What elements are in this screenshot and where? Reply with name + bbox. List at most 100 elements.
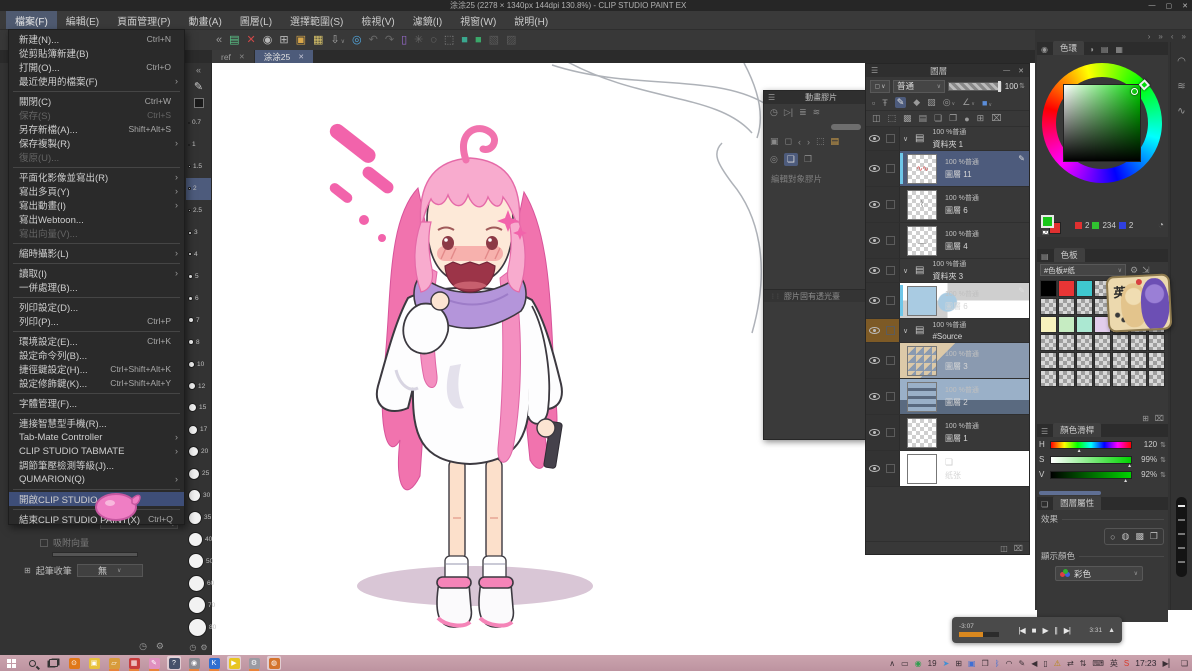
opacity-spinner[interactable]: ⇅ — [1019, 82, 1025, 90]
layer-visibility-toggle[interactable] — [866, 135, 883, 142]
transport-button[interactable]: || — [1055, 626, 1058, 635]
layer-name[interactable]: 圖層 11 — [945, 169, 979, 180]
color-set-tab-icon[interactable]: ▤ — [1039, 252, 1051, 262]
brush-size-item[interactable]: 8 — [186, 331, 211, 353]
cel-toolbar-icon[interactable]: ≋ — [813, 107, 821, 118]
file-menu-item[interactable]: 寫出Webtoon... › — [9, 212, 184, 226]
layer-name[interactable]: 圖層 4 — [945, 241, 979, 252]
tray-icon[interactable]: ✎ — [1019, 659, 1026, 668]
add-swatch-icon[interactable]: ⊞ — [1142, 414, 1149, 423]
file-menu-item[interactable]: 列印設定(D)... › — [9, 300, 184, 314]
layer-checkbox[interactable] — [883, 464, 898, 473]
tab-approx-icon[interactable]: ▤ — [1099, 45, 1111, 55]
color-swatch[interactable] — [1040, 280, 1057, 297]
command-bar-icon[interactable]: ◌ — [430, 34, 437, 46]
transport-button[interactable]: ■ — [1032, 626, 1037, 635]
color-swatch[interactable] — [1058, 352, 1075, 369]
taskbar-app[interactable]: ▦ — [127, 656, 141, 671]
saturation-slider[interactable]: ▲ — [1050, 455, 1133, 469]
dock-control-icon[interactable]: › — [1148, 32, 1151, 41]
color-swatch[interactable] — [1094, 352, 1111, 369]
color-swatch[interactable] — [1040, 352, 1057, 369]
layer-thumbnail[interactable]: ⌇ — [907, 189, 937, 220]
layers-toolbar-icon[interactable]: ⌧ — [991, 113, 1001, 124]
file-menu-item[interactable]: 字體管理(F)... › — [9, 396, 184, 410]
brush-size-item[interactable]: 5 — [186, 265, 211, 287]
layers-toolbar-icon[interactable]: ◆ — [913, 97, 920, 108]
layer-checkbox[interactable] — [883, 164, 898, 173]
cel-toolbar-icon[interactable]: ◎ — [770, 154, 778, 165]
tray-icon[interactable]: ⌨ — [1092, 659, 1104, 668]
snap-vector-checkbox[interactable] — [40, 538, 48, 547]
taskbar-app[interactable]: ◍ — [267, 656, 281, 670]
folder-caret-icon[interactable]: ∨ — [903, 327, 911, 335]
layer-row[interactable]: ∨ ▤ ⌇ 100 %普通 圖層 6 ✎ — [866, 187, 1029, 223]
layer-name[interactable]: 纸张 — [945, 470, 961, 481]
cel-toolbar-icon[interactable]: ▷| — [784, 107, 793, 118]
file-menu-item[interactable]: 關閉(C) Ctrl+W › — [9, 94, 184, 108]
menu-item[interactable]: 編輯(E) — [57, 11, 108, 29]
color-wheel-tab-icon[interactable]: ◉ — [1039, 45, 1050, 55]
brush-size-item[interactable]: 25 — [186, 463, 211, 485]
layer-row[interactable]: ∨ ▤ 100 %普通 圖層 6 ✎ — [866, 283, 1029, 319]
canvas-tab[interactable]: 涂涂25 ✕ — [254, 50, 314, 63]
tray-icon[interactable]: ᛒ — [995, 659, 1000, 668]
cel-toolbar-icon[interactable]: ≣ — [799, 107, 807, 118]
cel-toolbar-icon[interactable]: ⬚ — [816, 136, 825, 147]
layer-template-select[interactable]: ▢ ∨ — [870, 79, 890, 93]
brush-size-item[interactable]: 60 — [186, 572, 214, 594]
menu-item[interactable]: 選擇範圍(S) — [281, 11, 352, 29]
layer-name[interactable]: 圖層 6 — [945, 205, 979, 216]
file-menu-item[interactable]: 一併處理(B)... › — [9, 280, 184, 294]
value-slider[interactable]: ▲ — [1050, 470, 1133, 484]
start-button[interactable] — [4, 656, 18, 670]
file-menu-item[interactable]: CLIP STUDIO TABMATE › — [9, 444, 184, 458]
brush-size-item[interactable]: 2 — [186, 177, 211, 200]
menu-item[interactable]: 檔案(F) — [6, 11, 57, 29]
folder-caret-icon[interactable]: ∨ — [903, 135, 911, 143]
color-swatch[interactable] — [1076, 352, 1093, 369]
layers-toolbar-icon[interactable]: ■ — [982, 98, 992, 108]
command-bar-icon[interactable]: ◉ — [263, 34, 273, 46]
layer-name[interactable]: #Source — [932, 332, 966, 341]
brush-size-item[interactable]: 2.5 — [186, 200, 211, 222]
tray-icon[interactable]: ⇅ — [1080, 659, 1087, 668]
saturation-spinner[interactable]: ⇅ — [1160, 456, 1166, 464]
file-menu-item[interactable]: 讀取(I) › — [9, 266, 184, 280]
layer-visibility-toggle[interactable] — [866, 297, 883, 304]
layer-property-tab-icon[interactable]: ❏ — [1039, 500, 1050, 510]
folder-caret-icon[interactable]: ∨ — [903, 267, 911, 275]
color-swatch[interactable] — [1040, 298, 1057, 315]
tray-icon[interactable]: ⊞ — [955, 659, 962, 668]
effect-icon[interactable]: ◍ — [1122, 531, 1130, 542]
tray-icon[interactable]: ◠ — [1006, 659, 1013, 668]
file-menu-item[interactable]: 另存新檔(A)... Shift+Alt+S › — [9, 122, 184, 136]
color-swatch[interactable] — [1148, 352, 1165, 369]
delete-swatch-icon[interactable]: ⌧ — [1155, 414, 1164, 423]
cel-toolbar-icon[interactable]: ◻ — [785, 136, 792, 147]
file-menu-item[interactable]: 連接智慧型手機(R)... › — [9, 416, 184, 430]
layer-name[interactable]: 資料夾 1 — [932, 139, 966, 150]
command-bar-icon[interactable]: ▦ — [313, 34, 323, 46]
menu-item[interactable]: 頁面管理(P) — [108, 11, 179, 29]
layers-toolbar-icon[interactable]: ∠ — [962, 97, 975, 108]
opacity-slider[interactable] — [948, 80, 1002, 92]
maximize-button[interactable]: ▢ — [1166, 2, 1173, 10]
layer-thumbnail[interactable] — [907, 381, 937, 412]
two-pane-toggle-icon[interactable]: ◫ — [1000, 544, 1008, 553]
command-bar-icon[interactable]: ▤ — [229, 34, 239, 46]
hue-slider[interactable]: ▲ — [1050, 440, 1133, 454]
layers-toolbar-icon[interactable]: ● — [964, 114, 969, 124]
file-menu-item[interactable]: 平面化影像並寫出(R) › — [9, 170, 184, 184]
brush-size-item[interactable]: 12 — [186, 375, 211, 397]
layers-toolbar-icon[interactable]: ▤ — [919, 113, 928, 124]
cel-toolbar-icon[interactable]: ◷ — [770, 107, 778, 118]
cel-toolbar-icon[interactable]: ❐ — [804, 154, 812, 165]
foreground-color-chip[interactable] — [186, 95, 211, 111]
layer-row[interactable]: ∨ ▤ ∿∿ 100 %普通 圖層 11 ✎ — [866, 151, 1029, 187]
file-menu-item[interactable]: › — [9, 240, 184, 246]
command-bar-icon[interactable]: ▧ — [489, 34, 499, 46]
layer-visibility-toggle[interactable] — [866, 393, 883, 400]
brush-size-item[interactable]: 20 — [186, 441, 211, 463]
command-bar-icon[interactable]: ↶ — [369, 34, 378, 46]
